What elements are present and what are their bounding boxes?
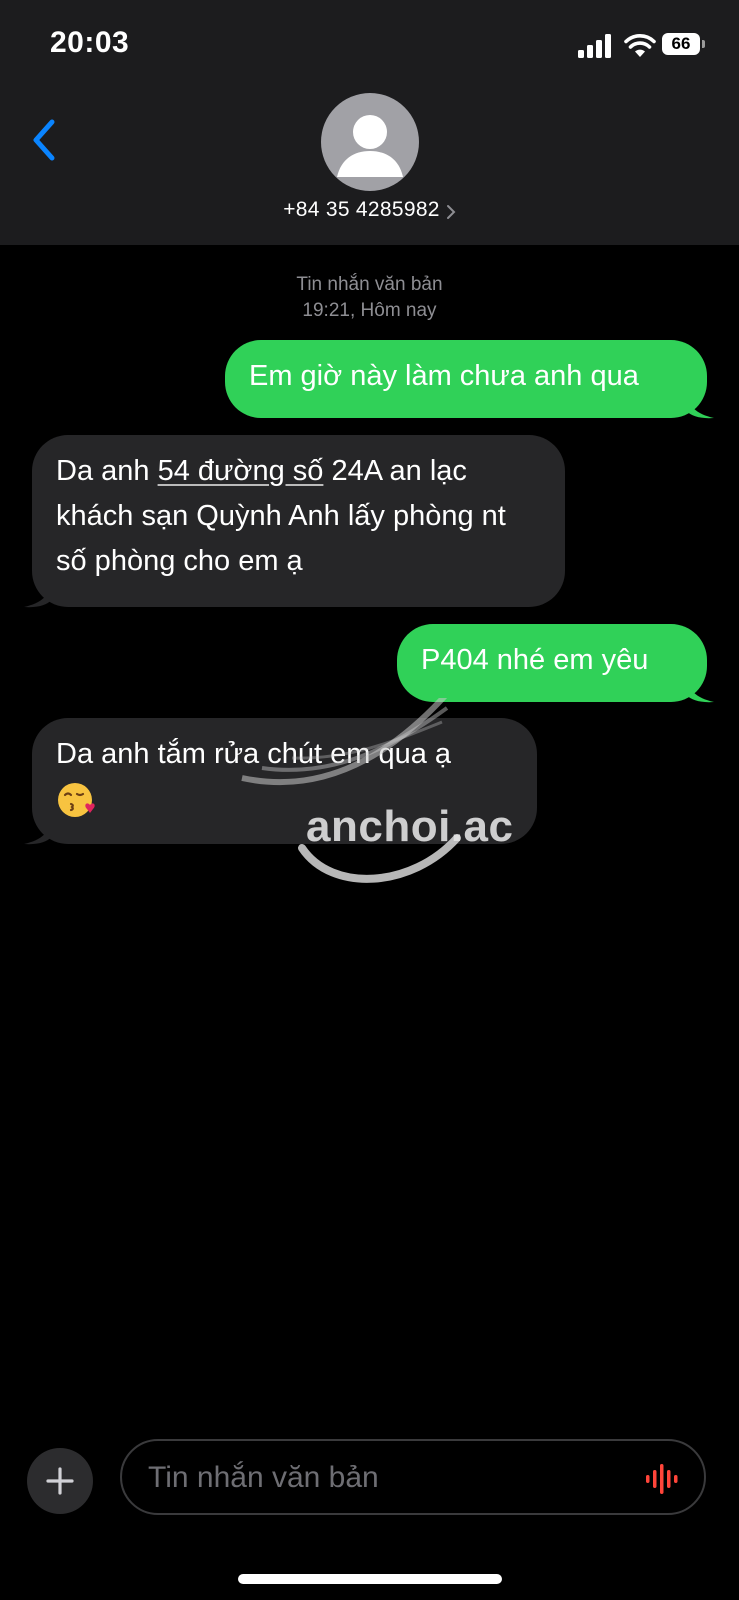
chevron-left-icon <box>33 119 55 161</box>
outgoing-message[interactable]: P404 nhé em yêu <box>397 624 707 702</box>
message-type-label: Tin nhắn văn bản <box>296 274 443 295</box>
message-composer <box>0 1430 739 1540</box>
conversation-timestamp: 19:21, Hôm nay <box>302 300 437 321</box>
message-input[interactable] <box>146 1455 630 1501</box>
message-text-start: Da anh <box>56 455 158 487</box>
wifi-icon <box>624 34 656 57</box>
home-indicator[interactable] <box>238 1574 502 1584</box>
back-button[interactable] <box>22 112 66 168</box>
contact-info-row[interactable]: +84 35 4285982 <box>0 198 739 222</box>
bubble-tail <box>686 392 714 419</box>
chevron-right-icon <box>446 204 456 219</box>
battery-icon: 66 <box>662 33 706 57</box>
person-icon <box>337 115 403 177</box>
message-text: Em giờ này làm chưa anh qua <box>249 360 639 392</box>
add-attachment-button[interactable] <box>27 1448 93 1514</box>
outgoing-message[interactable]: Em giờ này làm chưa anh qua <box>225 340 707 418</box>
message-input-field[interactable] <box>120 1439 706 1515</box>
bubble-tail <box>686 676 714 703</box>
battery-cap <box>702 40 705 48</box>
contact-number: +84 35 4285982 <box>283 198 440 221</box>
bubble-tail <box>24 581 52 608</box>
message-text: Da anh tắm rửa chút em qua ạ <box>56 738 452 770</box>
message-text: P404 nhé em yêu <box>421 644 649 676</box>
incoming-message[interactable]: Da anh 54 đường số 24A an lạc khách sạn … <box>32 435 565 607</box>
contact-avatar[interactable] <box>321 93 419 191</box>
waveform-icon[interactable] <box>644 1463 680 1495</box>
cellular-signal-icon <box>578 34 611 58</box>
conversation-meta: Tin nhắn văn bản 19:21, Hôm nay <box>0 272 739 324</box>
conversation-header: +84 35 4285982 <box>0 90 739 245</box>
status-bar: 20:03 66 <box>0 0 739 90</box>
bubble-tail <box>24 818 52 845</box>
face-blowing-kiss-icon <box>58 783 95 818</box>
battery-level: 66 <box>671 34 691 53</box>
plus-icon <box>46 1467 74 1495</box>
status-time: 20:03 <box>50 26 130 59</box>
address-link[interactable]: 54 đường số <box>158 455 324 487</box>
incoming-message[interactable]: Da anh tắm rửa chút em qua ạ <box>32 718 537 844</box>
